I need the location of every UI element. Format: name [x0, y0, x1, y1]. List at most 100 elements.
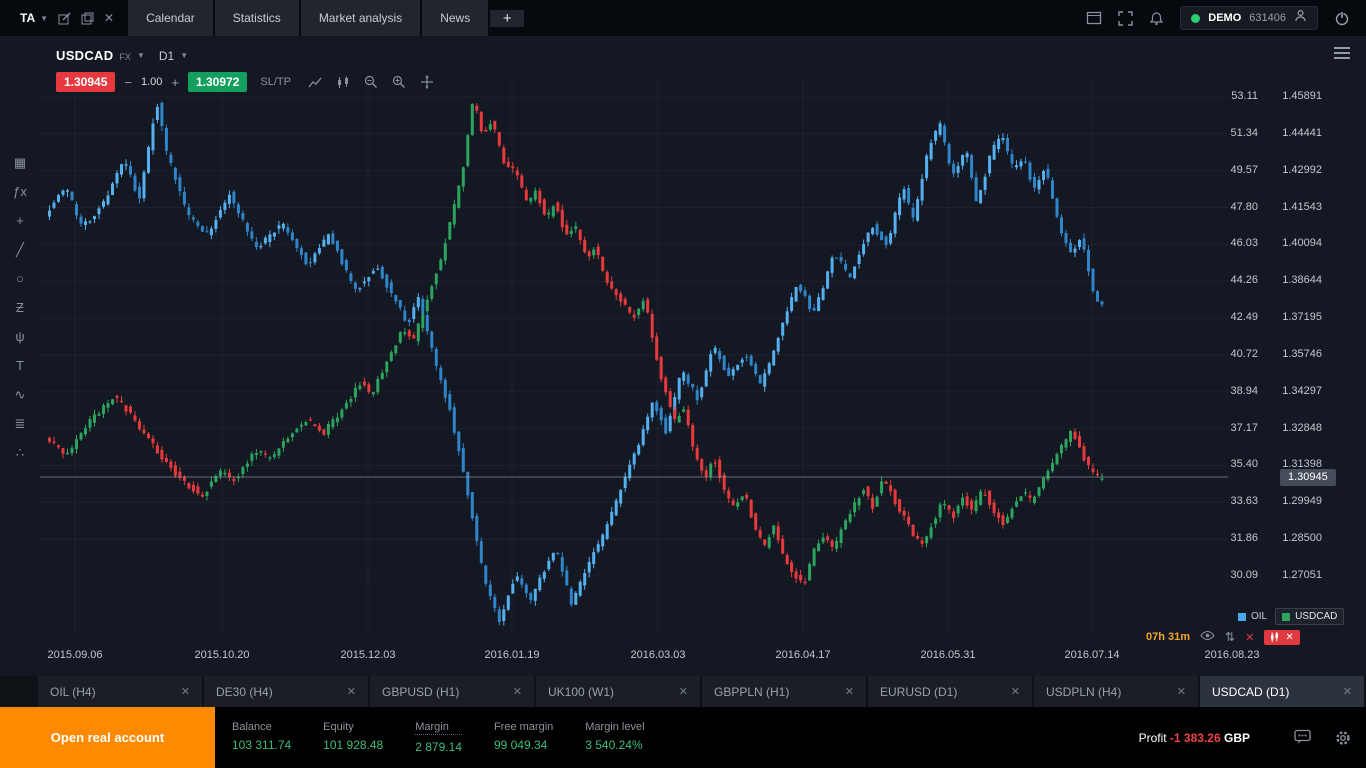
instrument-tab-de30[interactable]: DE30 (H4) ✕ — [204, 676, 368, 707]
volume-increase-button[interactable]: + — [169, 75, 181, 90]
text-tool-icon[interactable]: T — [9, 357, 31, 375]
oscillator-icon[interactable]: ∿ — [9, 386, 31, 404]
eye-icon[interactable] — [1200, 628, 1215, 646]
sell-button[interactable]: 1.30945 — [56, 72, 115, 92]
topbar-tab-calendar[interactable]: Calendar — [128, 0, 213, 36]
chart-menu-icon[interactable] — [1334, 44, 1350, 62]
ellipse-icon[interactable]: ○ — [9, 270, 31, 288]
topbar-tab-news[interactable]: News — [422, 0, 488, 36]
close-tab-icon[interactable]: ✕ — [347, 685, 356, 698]
axis-right-label: 1.38644 — [1262, 274, 1322, 286]
instrument-tab-label: DE30 (H4) — [216, 685, 273, 699]
instrument-tab-label: USDCAD (D1) — [1212, 685, 1289, 699]
close-tab-icon[interactable]: ✕ — [1343, 685, 1352, 698]
open-real-account-button[interactable]: Open real account — [0, 707, 215, 768]
workspace-menu[interactable]: TA ▼ — [0, 11, 58, 25]
metric-free-margin: Free margin99 049.34 — [494, 721, 553, 754]
instrument-tab-usdcad[interactable]: USDCAD (D1) ✕ — [1200, 676, 1364, 707]
dock-window-icon[interactable] — [1086, 11, 1102, 25]
pitchfork-icon[interactable]: ψ — [9, 328, 31, 346]
legend-item-usdcad[interactable]: USDCAD — [1275, 608, 1344, 625]
chat-icon[interactable] — [1294, 729, 1312, 750]
function-icon[interactable]: ƒx — [9, 183, 31, 201]
notifications-bell-icon[interactable] — [1149, 11, 1164, 26]
zoom-out-icon[interactable] — [364, 75, 378, 89]
trendline-icon[interactable]: ╱ — [9, 241, 31, 259]
pan-move-icon[interactable] — [420, 75, 434, 89]
scale-arrows-icon[interactable]: ⇅ — [1225, 630, 1235, 644]
profit-label: Profit — [1139, 731, 1167, 745]
metric-value: 99 049.34 — [494, 738, 553, 752]
settings-gear-icon[interactable] — [1334, 729, 1352, 752]
symbol-chevron-icon[interactable]: ▼ — [137, 51, 145, 60]
metric-label: Margin level — [585, 721, 644, 733]
instrument-tab-uk100[interactable]: UK100 (W1) ✕ — [536, 676, 700, 707]
edit-workspace-icon[interactable] — [58, 12, 71, 25]
legend-label: OIL — [1251, 611, 1267, 622]
instrument-tab-label: GBPPLN (H1) — [714, 685, 789, 699]
topbar-tab-market-analysis[interactable]: Market analysis — [301, 0, 420, 36]
line-chart-mode-icon[interactable] — [308, 76, 322, 89]
close-tab-icon[interactable]: ✕ — [181, 685, 190, 698]
timeframe-chevron-icon[interactable]: ▼ — [180, 51, 188, 60]
volume-decrease-button[interactable]: − — [122, 75, 134, 90]
metric-margin: Margin2 879.14 — [415, 721, 462, 754]
close-tab-icon[interactable]: ✕ — [679, 685, 688, 698]
axis-right-label: 1.45891 — [1262, 90, 1322, 102]
chart-region: ▦ƒx+╱○ƵψT∿≣∴ USDCAD FX ▼ D1 ▼ 1.30945 − … — [0, 36, 1366, 676]
axis-right-label: 1.32848 — [1262, 422, 1322, 434]
chart-mode-icons — [308, 75, 434, 89]
instrument-tab-label: OIL (H4) — [50, 685, 96, 699]
user-icon — [1294, 9, 1307, 27]
price-chart-canvas[interactable] — [40, 36, 1228, 657]
profit-currency: GBP — [1224, 731, 1250, 745]
axis-right-label: 1.35746 — [1262, 348, 1322, 360]
add-tab-button[interactable]: + — [490, 10, 524, 27]
account-mode: DEMO — [1208, 12, 1241, 24]
share-icon[interactable]: ∴ — [9, 444, 31, 462]
profit-summary: Profit -1 383.26 GBP — [1139, 731, 1250, 745]
axis-right-label: 1.27051 — [1262, 569, 1322, 581]
close-position-button[interactable]: ✕ — [1264, 630, 1299, 645]
close-tab-icon[interactable]: ✕ — [513, 685, 522, 698]
instrument-tab-gbppln[interactable]: GBPPLN (H1) ✕ — [702, 676, 866, 707]
axis-right-label: 1.34297 — [1262, 385, 1322, 397]
remove-overlay-icon[interactable]: ✕ — [1245, 631, 1254, 644]
current-price-tag: 1.30945 — [1280, 469, 1336, 486]
close-tab-icon[interactable]: ✕ — [845, 685, 854, 698]
instrument-tab-label: EURUSD (D1) — [880, 685, 957, 699]
layers-icon[interactable]: ≣ — [9, 415, 31, 433]
trading-app: TA ▼ ✕ CalendarStatisticsMarket analysis… — [0, 0, 1366, 768]
account-pill[interactable]: DEMO 631406 — [1180, 6, 1318, 30]
axis-right-label: 1.28500 — [1262, 532, 1322, 544]
mini-candle-icon — [1270, 632, 1279, 643]
instrument-tab-oil[interactable]: OIL (H4) ✕ — [38, 676, 202, 707]
volume-value[interactable]: 1.00 — [141, 76, 162, 88]
new-window-icon[interactable] — [81, 12, 94, 25]
timeframe-selector[interactable]: D1 — [159, 49, 174, 63]
chart-style-icon[interactable]: ▦ — [9, 154, 31, 172]
instrument-tab-eurusd[interactable]: EURUSD (D1) ✕ — [868, 676, 1032, 707]
close-tab-icon[interactable]: ✕ — [1177, 685, 1186, 698]
power-icon[interactable] — [1334, 10, 1350, 26]
instrument-tab-usdpln[interactable]: USDPLN (H4) ✕ — [1034, 676, 1198, 707]
close-tab-icon[interactable]: ✕ — [1011, 685, 1020, 698]
fullscreen-icon[interactable] — [1118, 11, 1133, 26]
account-metrics: Balance103 311.74Equity101 928.48Margin2… — [232, 721, 645, 754]
workspace-window-icons: ✕ — [58, 11, 114, 25]
zigzag-icon[interactable]: Ƶ — [9, 299, 31, 317]
instrument-tab-gbpusd[interactable]: GBPUSD (H1)✕ — [370, 676, 534, 707]
legend-swatch — [1238, 613, 1246, 621]
zoom-in-icon[interactable] — [392, 75, 406, 89]
buy-button[interactable]: 1.30972 — [188, 72, 247, 92]
candlestick-mode-icon[interactable] — [336, 76, 350, 89]
legend-item-oil[interactable]: OIL — [1238, 611, 1267, 622]
chart-controls: 07h 31m ⇅ ✕ ✕ — [1146, 628, 1300, 646]
instrument-tab-label: UK100 (W1) — [548, 685, 614, 699]
add-indicator-icon[interactable]: + — [9, 212, 31, 230]
instrument-tab-label: USDPLN (H4) — [1046, 685, 1121, 699]
sltp-button[interactable]: SL/TP — [260, 76, 291, 88]
close-workspace-icon[interactable]: ✕ — [104, 11, 114, 25]
symbol-name: USDCAD — [56, 48, 113, 63]
topbar-tab-statistics[interactable]: Statistics — [215, 0, 299, 36]
